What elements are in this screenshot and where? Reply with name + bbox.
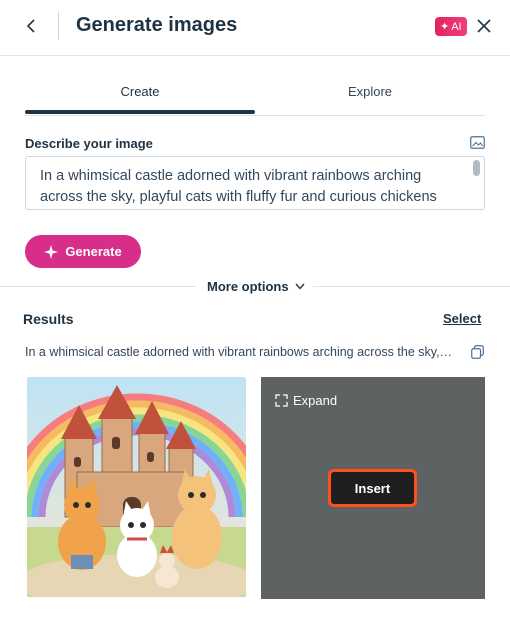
active-tab-indicator [25,110,255,114]
insert-button[interactable]: Insert [328,469,417,507]
ai-badge: ✦ AI [435,17,467,36]
back-button[interactable] [20,14,44,38]
divider-left [0,286,196,287]
close-icon [477,19,491,33]
describe-label: Describe your image [25,136,153,151]
panel-header: Generate images ✦ AI [0,0,510,56]
ai-badge-label: AI [451,20,462,33]
select-link[interactable]: Select [443,311,481,326]
prompt-textarea[interactable]: In a whimsical castle adorned with vibra… [25,156,485,210]
copy-icon[interactable] [471,345,484,359]
sparkle-icon: ✦ [440,21,450,33]
expand-label: Expand [293,393,338,408]
generate-button-label: Generate [65,244,122,259]
prompt-scrollbar[interactable] [473,160,480,176]
generate-button[interactable]: Generate [25,235,141,268]
close-button[interactable] [472,14,496,38]
more-options-toggle[interactable]: More options [207,279,305,294]
header-divider [58,12,59,40]
divider-right [313,286,510,287]
chevron-left-icon [26,19,35,33]
expand-button[interactable]: Expand [275,393,337,408]
tab-explore[interactable]: Explore [255,76,485,115]
expand-icon [275,394,288,407]
result-image-castle-cats[interactable] [27,377,246,597]
image-icon[interactable] [470,136,485,149]
more-options-label: More options [207,279,289,294]
result-image-blurred[interactable]: Expand Insert [261,377,485,599]
chevron-down-icon [295,283,305,290]
castle-cats-illustration [27,377,246,597]
results-heading: Results [23,311,74,327]
page-title: Generate images [76,14,238,36]
prompt-text[interactable]: In a whimsical castle adorned with vibra… [40,166,465,208]
sparkle-icon [44,244,59,259]
result-prompt-text: In a whimsical castle adorned with vibra… [25,345,455,359]
